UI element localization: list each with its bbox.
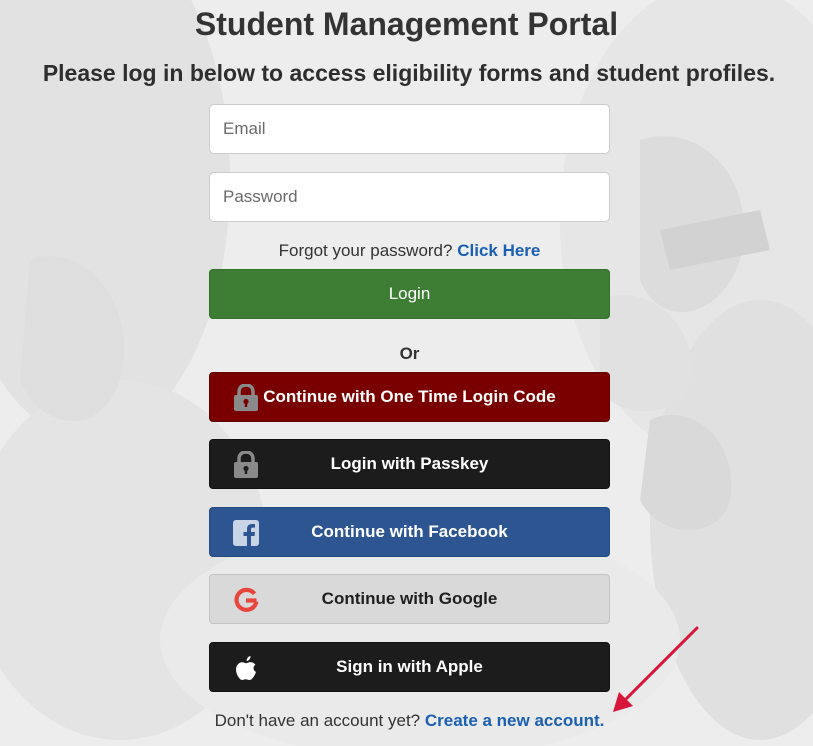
apple-button[interactable]: Sign in with Apple xyxy=(209,642,610,692)
passkey-button-label: Login with Passkey xyxy=(330,454,489,473)
or-divider: Or xyxy=(399,344,420,363)
login-button[interactable]: Login xyxy=(209,269,610,319)
one-time-code-button[interactable]: Continue with One Time Login Code xyxy=(209,372,610,422)
google-icon xyxy=(232,586,260,614)
signup-text: Don't have an account yet? xyxy=(214,711,421,730)
facebook-button[interactable]: Continue with Facebook xyxy=(209,507,610,557)
email-field[interactable] xyxy=(209,104,610,154)
red-arrow-icon xyxy=(613,626,699,712)
apple-icon xyxy=(232,654,260,682)
password-field[interactable] xyxy=(209,172,610,222)
google-button[interactable]: Continue with Google xyxy=(209,574,610,624)
google-button-label: Continue with Google xyxy=(321,589,498,608)
page-subtitle: Please log in below to access eligibilit… xyxy=(42,60,776,86)
create-account-link[interactable]: Create a new account. xyxy=(425,711,605,730)
page-title: Student Management Portal xyxy=(194,6,619,42)
facebook-icon xyxy=(232,519,260,547)
forgot-password-text: Forgot your password? xyxy=(278,241,453,260)
facebook-button-label: Continue with Facebook xyxy=(311,522,508,541)
lock-icon xyxy=(232,451,260,479)
apple-button-label: Sign in with Apple xyxy=(336,657,483,676)
login-button-label: Login xyxy=(388,284,431,303)
one-time-code-button-label: Continue with One Time Login Code xyxy=(263,387,556,406)
forgot-password-link[interactable]: Click Here xyxy=(457,241,540,260)
passkey-button[interactable]: Login with Passkey xyxy=(209,439,610,489)
lock-icon xyxy=(232,384,260,412)
forgot-password-row: Forgot your password? Click Here xyxy=(0,240,813,262)
login-page: Student Management Portal Please log in … xyxy=(0,0,813,746)
